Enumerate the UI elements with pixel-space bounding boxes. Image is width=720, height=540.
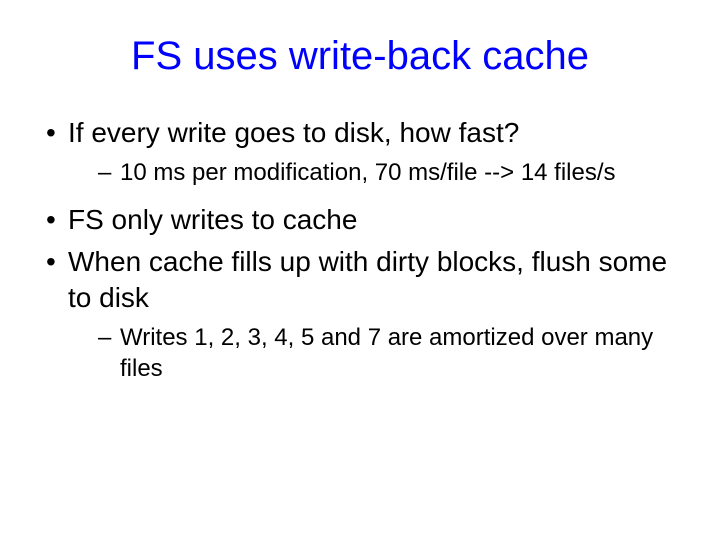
bullet-text: If every write goes to disk, how fast? [68, 117, 519, 148]
sub-list: Writes 1, 2, 3, 4, 5 and 7 are amortized… [68, 322, 680, 384]
bullet-text: When cache fills up with dirty blocks, f… [68, 246, 667, 313]
bullet-list: If every write goes to disk, how fast? 1… [40, 115, 680, 384]
list-item: When cache fills up with dirty blocks, f… [40, 244, 680, 384]
slide: FS uses write-back cache If every write … [0, 0, 720, 540]
bullet-text: FS only writes to cache [68, 204, 357, 235]
sub-list: 10 ms per modification, 70 ms/file --> 1… [68, 157, 680, 188]
sub-bullet-text: Writes 1, 2, 3, 4, 5 and 7 are amortized… [120, 324, 653, 382]
list-item: FS only writes to cache [40, 202, 680, 238]
sub-bullet-text: 10 ms per modification, 70 ms/file --> 1… [120, 159, 616, 186]
list-item: If every write goes to disk, how fast? 1… [40, 115, 680, 188]
sub-list-item: 10 ms per modification, 70 ms/file --> 1… [68, 157, 680, 188]
slide-title: FS uses write-back cache [40, 34, 680, 79]
sub-list-item: Writes 1, 2, 3, 4, 5 and 7 are amortized… [68, 322, 680, 384]
